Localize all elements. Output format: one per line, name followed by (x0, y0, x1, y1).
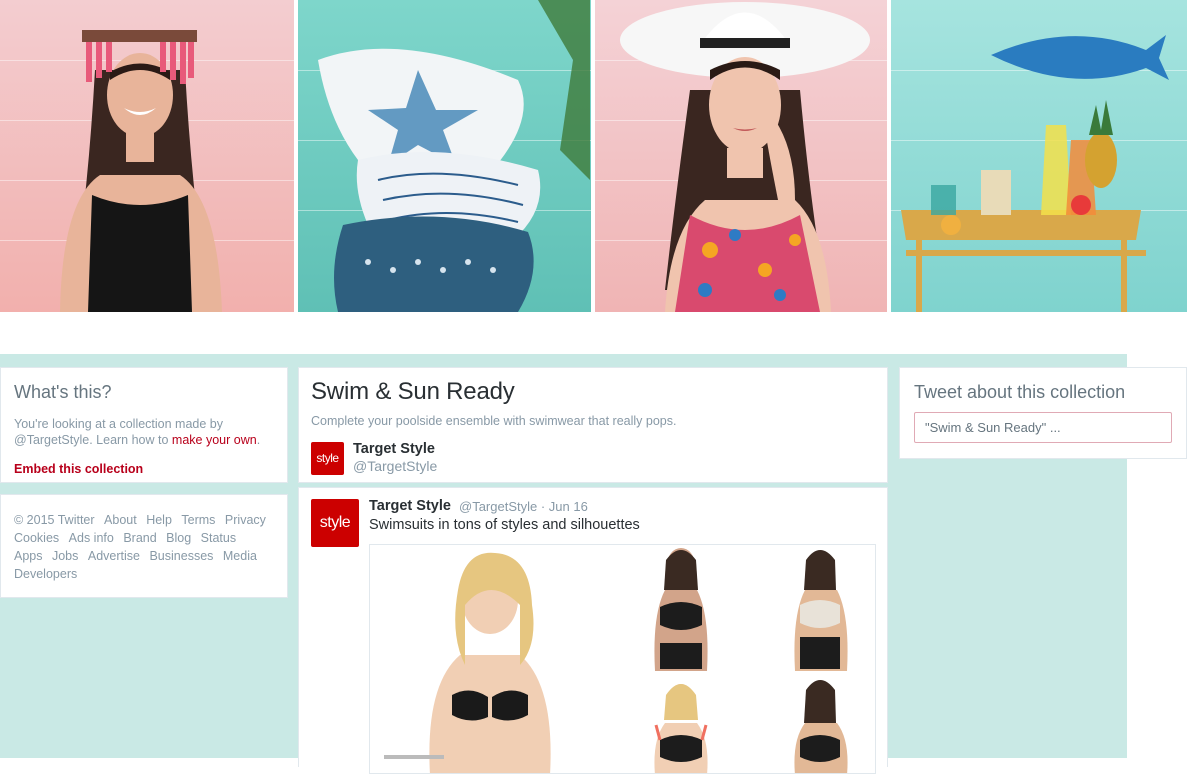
collection-title: Swim & Sun Ready (311, 378, 515, 405)
tweet-author-avatar[interactable]: style (311, 499, 359, 547)
target-logo-icon: style (319, 514, 351, 531)
model-in-white-sunhat-photo (595, 0, 887, 312)
footer-link-media[interactable]: Media (223, 549, 257, 563)
swimsuit-model-large-photo (384, 552, 551, 773)
footer-module: © 2015 Twitter About Help Terms Privacy … (0, 494, 288, 598)
footer-links: © 2015 Twitter About Help Terms Privacy … (14, 511, 274, 583)
footer-link-businesses[interactable]: Businesses (149, 549, 213, 563)
footer-link-apps[interactable]: Apps (14, 549, 43, 563)
collection-header: Swim & Sun Ready Complete your poolside … (298, 367, 888, 483)
tweet-about-input[interactable] (914, 412, 1172, 443)
target-logo-icon: style (316, 451, 339, 465)
owner-handle[interactable]: @TargetStyle (353, 458, 437, 474)
starfish-pillows-photo (298, 0, 591, 312)
swimsuit-model-2-photo (640, 545, 722, 671)
footer-link-developers[interactable]: Developers (14, 567, 77, 581)
tweet-media-grid[interactable] (369, 544, 876, 774)
owner-name[interactable]: Target Style (353, 441, 435, 457)
footer-link-about[interactable]: About (104, 513, 137, 527)
footer-link-status[interactable]: Status (201, 531, 236, 545)
footer-link-privacy[interactable]: Privacy (225, 513, 266, 527)
model-with-fringe-hat-photo (0, 0, 294, 312)
target-style-avatar[interactable]: style (311, 442, 344, 475)
footer-link-blog[interactable]: Blog (166, 531, 191, 545)
tweet-author-name[interactable]: Target Style (369, 498, 451, 514)
swimsuit-model-4-photo (654, 684, 708, 773)
footer-copyright: © 2015 Twitter (14, 513, 95, 527)
footer-link-brand[interactable]: Brand (123, 531, 156, 545)
tweet-meta[interactable]: @TargetStyle · Jun 16 (459, 499, 588, 514)
footer-link-help[interactable]: Help (146, 513, 172, 527)
whats-this-text: You're looking at a collection made by @… (14, 416, 274, 448)
footer-link-cookies[interactable]: Cookies (14, 531, 59, 545)
footer-link-ads-info[interactable]: Ads info (69, 531, 114, 545)
whats-this-module: What's this? You're looking at a collect… (0, 367, 288, 483)
footer-link-terms[interactable]: Terms (181, 513, 215, 527)
footer-link-jobs[interactable]: Jobs (52, 549, 78, 563)
drink-cart-with-fish-plate-photo (891, 0, 1187, 312)
header-banner (0, 0, 1187, 312)
footer-link-advertise[interactable]: Advertise (88, 549, 140, 563)
whats-this-title: What's this? (14, 382, 112, 402)
tweet-about-title: Tweet about this collection (914, 382, 1126, 402)
whats-this-text-suffix: . (256, 433, 261, 447)
tweet-item: style Target Style @TargetStyle · Jun 16… (298, 487, 888, 774)
make-your-own-link[interactable]: make your own (172, 433, 257, 447)
swimsuit-model-5-photo (794, 680, 848, 773)
tweet-about-module: Tweet about this collection (899, 367, 1187, 459)
swimsuit-model-3-photo (780, 545, 862, 671)
embed-collection-link[interactable]: Embed this collection (14, 462, 274, 476)
collection-description: Complete your poolside ensemble with swi… (311, 414, 677, 428)
tweet-text: Swimsuits in tons of styles and silhouet… (369, 517, 640, 533)
